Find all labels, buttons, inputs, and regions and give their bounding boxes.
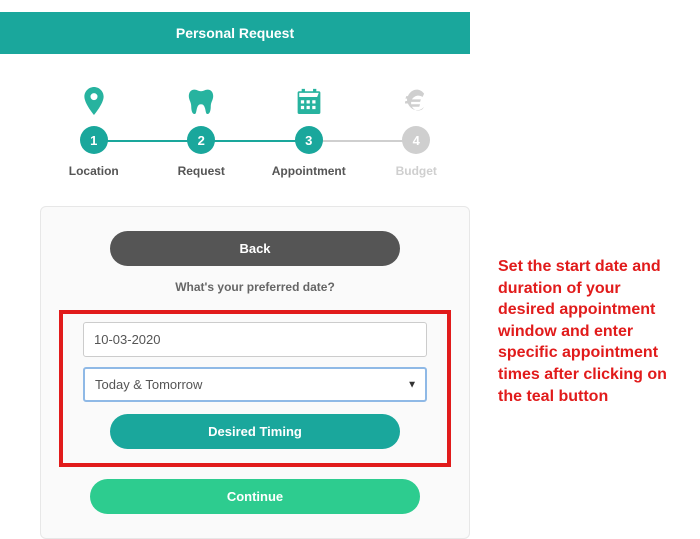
continue-button[interactable]: Continue (90, 479, 420, 514)
step-location[interactable]: 1 Location (40, 86, 148, 178)
step-appointment[interactable]: 3 Appointment (255, 86, 363, 178)
progress-stepper: 1 Location 2 Request 3 Appointment 4 Bud… (40, 86, 470, 178)
header-bar: Personal Request (0, 12, 470, 54)
appointment-card: Back What's your preferred date? Today &… (40, 206, 470, 539)
step-number: 1 (80, 126, 108, 154)
desired-timing-button[interactable]: Desired Timing (110, 414, 400, 449)
back-button[interactable]: Back (110, 231, 400, 266)
date-input[interactable] (83, 322, 427, 357)
step-label: Request (178, 164, 225, 178)
duration-select-wrap[interactable]: Today & Tomorrow ▼ (83, 367, 427, 402)
prompt-text: What's your preferred date? (71, 280, 439, 294)
step-request[interactable]: 2 Request (148, 86, 256, 178)
tooth-icon (188, 86, 214, 116)
highlight-box: Today & Tomorrow ▼ Desired Timing (59, 310, 451, 467)
step-label: Appointment (272, 164, 346, 178)
calendar-icon (296, 86, 322, 116)
step-number: 3 (295, 126, 323, 154)
header-title: Personal Request (176, 25, 294, 41)
duration-select[interactable]: Today & Tomorrow (83, 367, 427, 402)
step-label: Location (69, 164, 119, 178)
pin-icon (83, 86, 105, 116)
step-number: 2 (187, 126, 215, 154)
step-budget: 4 Budget (363, 86, 471, 178)
euro-icon (405, 86, 427, 116)
step-label: Budget (396, 164, 437, 178)
step-number: 4 (402, 126, 430, 154)
annotation-text: Set the start date and duration of your … (498, 256, 680, 407)
